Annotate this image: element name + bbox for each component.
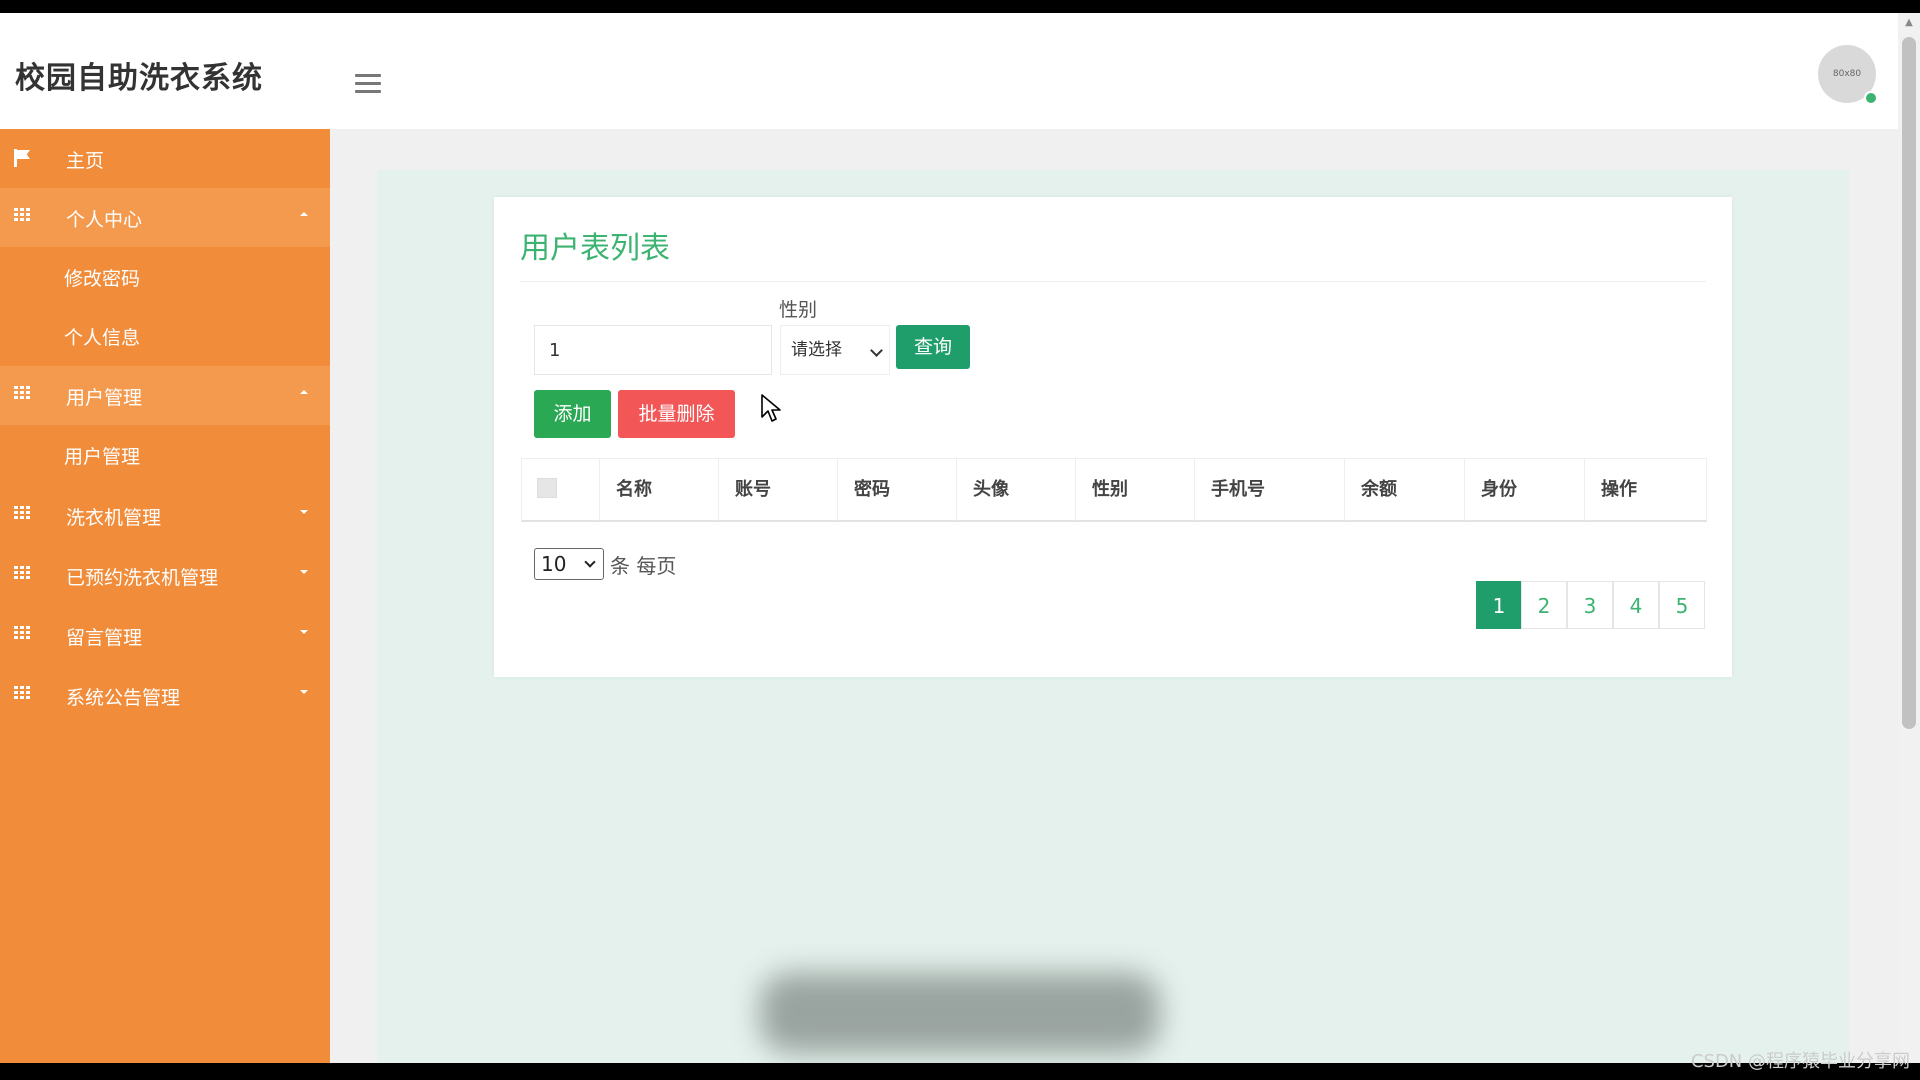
column-header-account[interactable]: 账号 <box>718 459 838 521</box>
column-header-actions[interactable]: 操作 <box>1584 459 1706 521</box>
column-header-avatar[interactable]: 头像 <box>956 459 1076 521</box>
gender-select[interactable]: 请选择 <box>780 325 890 375</box>
sidebar-item-label: 用户管理 <box>64 446 141 468</box>
caret-down-icon <box>300 630 308 634</box>
grid-icon <box>14 386 31 400</box>
page-button-1[interactable]: 1 <box>1476 581 1522 629</box>
table-header: 名称 账号 密码 头像 性别 手机号 余额 身份 操作 <box>521 458 1707 522</box>
sidebar-item-label: 修改密码 <box>64 268 141 290</box>
blurred-overlay <box>760 973 1160 1053</box>
sidebar-item-label: 系统公告管理 <box>66 687 181 709</box>
gender-label: 性别 <box>779 299 818 321</box>
sidebar-item-home[interactable]: 主页 <box>0 129 330 188</box>
page-button-3[interactable]: 3 <box>1567 581 1613 629</box>
caret-down-icon <box>300 510 308 514</box>
page-button-4[interactable]: 4 <box>1613 581 1659 629</box>
column-header-password[interactable]: 密码 <box>837 459 957 521</box>
column-header-phone[interactable]: 手机号 <box>1194 459 1346 521</box>
scrollbar-thumb[interactable] <box>1902 37 1916 729</box>
sidebar-item-label: 已预约洗衣机管理 <box>66 567 219 589</box>
column-header-name[interactable]: 名称 <box>599 459 719 521</box>
bottom-bar <box>0 1063 1920 1080</box>
page-size-suffix: 条 每页 <box>610 554 677 578</box>
sidebar-item-label: 用户管理 <box>66 387 143 409</box>
vertical-scrollbar[interactable]: ▲ <box>1898 13 1920 1063</box>
watermark: CSDN @程序猿毕业分享网 <box>1690 1051 1910 1072</box>
sidebar-item-change-password[interactable]: 修改密码 <box>0 247 330 306</box>
caret-up-icon <box>300 390 308 394</box>
page-size-value: 10 <box>541 552 567 576</box>
gender-select-value: 请选择 <box>791 340 842 360</box>
search-input[interactable] <box>534 325 772 375</box>
add-button[interactable]: 添加 <box>534 390 611 438</box>
page-title: 用户表列表 <box>520 231 670 266</box>
sidebar-item-personal-info[interactable]: 个人信息 <box>0 306 330 365</box>
sidebar-item-user-management[interactable]: 用户管理 <box>0 366 330 425</box>
grid-icon <box>14 506 31 520</box>
sidebar-item-label: 主页 <box>66 150 105 172</box>
page-button-5[interactable]: 5 <box>1659 581 1705 629</box>
caret-up-icon <box>300 212 308 216</box>
column-header-balance[interactable]: 余额 <box>1344 459 1464 521</box>
column-header-gender[interactable]: 性别 <box>1075 459 1195 521</box>
batch-delete-button[interactable]: 批量删除 <box>618 390 735 438</box>
grid-icon <box>14 208 31 222</box>
sidebar-item-label: 个人中心 <box>66 209 143 231</box>
app-title: 校园自助洗衣系统 <box>15 61 263 96</box>
mouse-cursor-icon <box>761 394 781 422</box>
sidebar-item-label: 个人信息 <box>64 327 141 349</box>
user-list-card: 用户表列表 性别 请选择 查询 添加 批量删除 名称 账号 密码 头像 性别 手… <box>494 197 1732 677</box>
grid-icon <box>14 626 31 640</box>
select-all-checkbox[interactable] <box>537 478 557 498</box>
caret-down-icon <box>300 570 308 574</box>
menu-toggle-icon[interactable] <box>355 74 381 94</box>
scroll-up-icon[interactable]: ▲ <box>1898 17 1920 31</box>
chevron-down-icon <box>584 556 596 568</box>
chevron-down-icon <box>870 344 883 357</box>
sidebar-item-announcement-management[interactable]: 系统公告管理 <box>0 666 330 725</box>
sidebar-item-message-management[interactable]: 留言管理 <box>0 606 330 665</box>
column-header-role[interactable]: 身份 <box>1464 459 1584 521</box>
page-size-select[interactable]: 10 <box>534 548 604 580</box>
sidebar-item-label: 留言管理 <box>66 627 143 649</box>
online-status-dot <box>1864 91 1878 105</box>
grid-icon <box>14 566 31 580</box>
page-button-2[interactable]: 2 <box>1521 581 1567 629</box>
browser-viewport: 校园自助洗衣系统 80x80 主页 个人中心 修改密码 个人信息 用户管理 用户… <box>0 13 1920 1063</box>
sidebar: 主页 个人中心 修改密码 个人信息 用户管理 用户管理 洗衣机管理 已预约洗衣机… <box>0 129 330 1063</box>
grid-icon <box>14 686 31 700</box>
sidebar-item-washer-management[interactable]: 洗衣机管理 <box>0 486 330 545</box>
sidebar-item-user-management-sub[interactable]: 用户管理 <box>0 425 330 484</box>
query-button[interactable]: 查询 <box>896 325 970 369</box>
sidebar-item-label: 洗衣机管理 <box>66 507 162 529</box>
caret-down-icon <box>300 690 308 694</box>
top-header: 校园自助洗衣系统 80x80 <box>0 13 1898 129</box>
sidebar-item-personal-center[interactable]: 个人中心 <box>0 188 330 247</box>
divider <box>520 281 1706 282</box>
flag-icon <box>14 149 30 167</box>
sidebar-item-booked-washer-management[interactable]: 已预约洗衣机管理 <box>0 546 330 605</box>
